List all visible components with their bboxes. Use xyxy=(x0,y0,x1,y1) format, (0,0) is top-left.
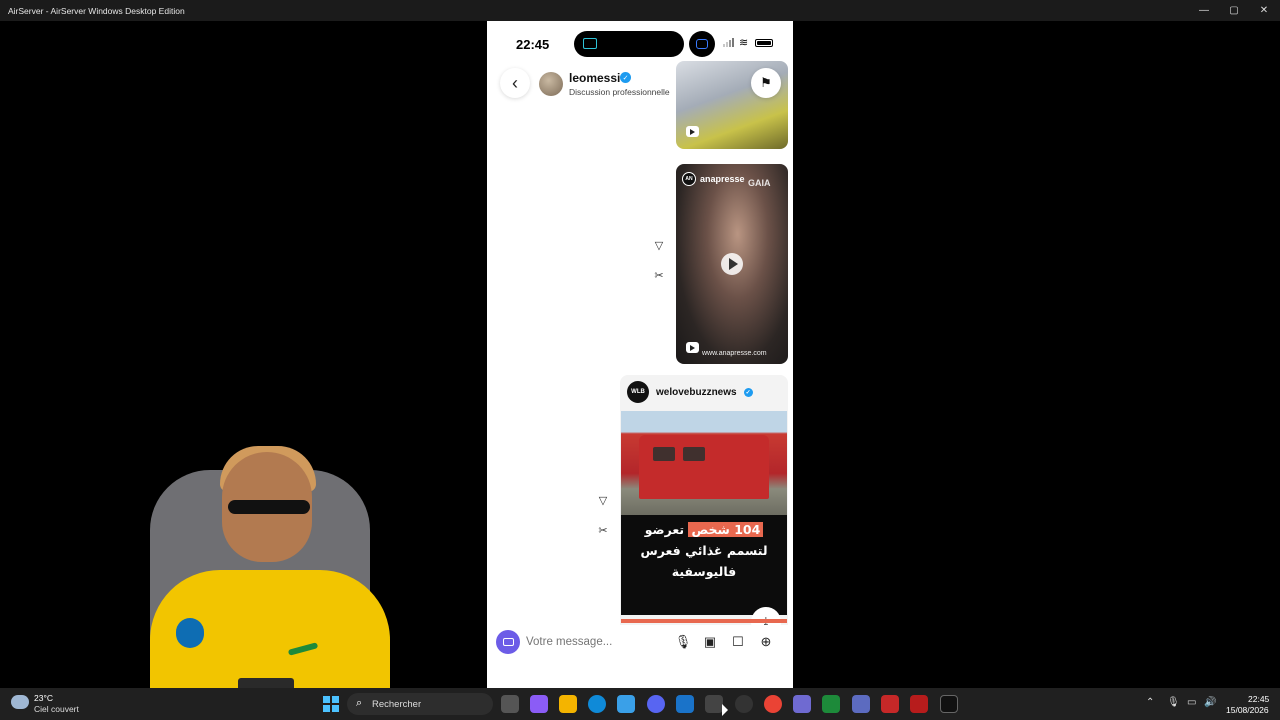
post-account-name: welovebuzznews xyxy=(656,386,737,398)
copilot-icon[interactable] xyxy=(530,695,548,713)
maximize-button[interactable]: ▢ xyxy=(1218,0,1250,21)
app-icon[interactable] xyxy=(822,695,840,713)
taskbar-search[interactable]: ⌕ Rechercher xyxy=(347,693,493,715)
weather-description[interactable]: Ciel couvert xyxy=(34,704,79,714)
chat-app-icon[interactable] xyxy=(852,695,870,713)
camera-icon xyxy=(502,638,514,646)
status-time: 22:45 xyxy=(516,37,550,52)
obs-icon[interactable] xyxy=(735,695,753,713)
edge-icon[interactable] xyxy=(588,695,606,713)
wifi-icon: ≋ xyxy=(739,37,749,49)
chevron-up-icon[interactable]: ⌃ xyxy=(1146,697,1154,708)
flag-button[interactable]: ⚑ xyxy=(751,68,781,98)
airplay-icon xyxy=(583,38,597,49)
caption-line-3: فاليوسفية xyxy=(671,564,737,579)
weather-icon[interactable] xyxy=(11,695,29,709)
post-header: WLB welovebuzznews ✓ xyxy=(627,381,753,403)
battery-icon xyxy=(755,39,773,47)
microphone-icon[interactable]: 🎙 xyxy=(1167,697,1180,708)
watermark-url: www.anapresse.com xyxy=(702,350,767,357)
gamepad-icon[interactable] xyxy=(793,695,811,713)
phone-screen: 22:45 ≋ ‹ leomessi ✓ Discussion professi… xyxy=(487,21,793,688)
add-icon[interactable]: ⊕ xyxy=(757,633,775,651)
share-icon[interactable]: ▽ xyxy=(651,237,667,253)
post-progress-bar xyxy=(621,619,787,623)
post-message[interactable]: WLB welovebuzznews ✓ 104 شخص تعرضو لتسمم… xyxy=(620,375,788,625)
mouse-cursor-icon xyxy=(722,704,728,716)
chrome-icon[interactable] xyxy=(764,695,782,713)
avatar[interactable] xyxy=(539,72,563,96)
volume-icon[interactable]: 🔊 xyxy=(1204,697,1216,708)
share-icon[interactable]: ▽ xyxy=(595,492,611,508)
signal-icon xyxy=(723,37,734,47)
reel-icon xyxy=(686,342,699,353)
minimize-button[interactable]: — xyxy=(1188,0,1220,21)
sticker-icon[interactable]: ☐ xyxy=(729,633,747,651)
capcut-icon[interactable] xyxy=(940,695,958,713)
post-caption: 104 شخص تعرضو لتسمم غذائي فعرس فاليوسفية xyxy=(621,515,787,615)
message-composer: 🎙 ▣ ☐ ⊕ xyxy=(494,627,786,657)
weather-temperature[interactable]: 23°C xyxy=(34,693,53,703)
taskbar: 23°C Ciel couvert ⌕ Rechercher ⌃ 🎙 ▭ 🔊 2… xyxy=(0,688,1280,720)
gallery-icon[interactable]: ▣ xyxy=(701,633,719,651)
flag-icon: ⚑ xyxy=(760,75,772,90)
task-view-icon[interactable] xyxy=(501,695,519,713)
verified-badge-icon: ✓ xyxy=(743,387,753,397)
network-icon[interactable]: ▭ xyxy=(1187,697,1196,708)
screen-mirroring-icon xyxy=(696,39,708,49)
store-icon[interactable] xyxy=(617,695,635,713)
window-title: AirServer - AirServer Windows Desktop Ed… xyxy=(8,5,185,16)
message-input[interactable] xyxy=(526,632,666,652)
reel-account-name: anapresse xyxy=(700,174,745,184)
news-app-icon[interactable] xyxy=(910,695,928,713)
chat-username[interactable]: leomessi xyxy=(569,71,620,85)
account-logo-icon: WLB xyxy=(627,381,649,403)
reply-icon[interactable]: ✂ xyxy=(651,267,667,283)
clock-date[interactable]: 15/08/2026 xyxy=(1226,705,1269,715)
window-titlebar: AirServer - AirServer Windows Desktop Ed… xyxy=(0,0,1280,21)
ambulance-image xyxy=(639,435,769,499)
airserver-icon[interactable] xyxy=(705,695,723,713)
screen-mirroring-indicator xyxy=(689,31,715,57)
verified-badge-icon: ✓ xyxy=(620,72,631,83)
microphone-icon[interactable]: 🎙 xyxy=(674,633,692,651)
post-image xyxy=(621,411,787,515)
media-app-icon[interactable] xyxy=(881,695,899,713)
caption-line-2: لتسمم غذائي فعرس xyxy=(640,543,768,558)
webcam-overlay xyxy=(120,430,400,688)
search-label: Rechercher xyxy=(372,699,422,710)
chevron-left-icon: ‹ xyxy=(512,72,518,93)
file-explorer-icon[interactable] xyxy=(559,695,577,713)
camera-button[interactable] xyxy=(496,630,520,654)
watermark-text: GAIA xyxy=(748,178,771,188)
start-button[interactable] xyxy=(323,696,339,712)
caption-highlight: 104 شخص xyxy=(688,522,764,537)
reel-message-2[interactable]: AN anapresse GAIA www.anapresse.com xyxy=(676,164,788,364)
clock-time[interactable]: 22:45 xyxy=(1248,694,1269,704)
reel-header: AN anapresse xyxy=(682,172,745,186)
caption-line-1: تعرضو xyxy=(644,522,689,537)
play-icon[interactable] xyxy=(721,253,743,275)
reel-icon xyxy=(686,126,699,137)
chat-subtitle: Discussion professionnelle xyxy=(569,87,670,97)
dynamic-island xyxy=(574,31,684,57)
close-window-button[interactable]: ✕ xyxy=(1248,0,1280,21)
back-button[interactable]: ‹ xyxy=(500,68,530,98)
reply-icon[interactable]: ✂ xyxy=(595,522,611,538)
account-logo-icon: AN xyxy=(682,172,696,186)
mail-icon[interactable] xyxy=(676,695,694,713)
discord-icon[interactable] xyxy=(647,695,665,713)
search-icon: ⌕ xyxy=(356,697,363,709)
